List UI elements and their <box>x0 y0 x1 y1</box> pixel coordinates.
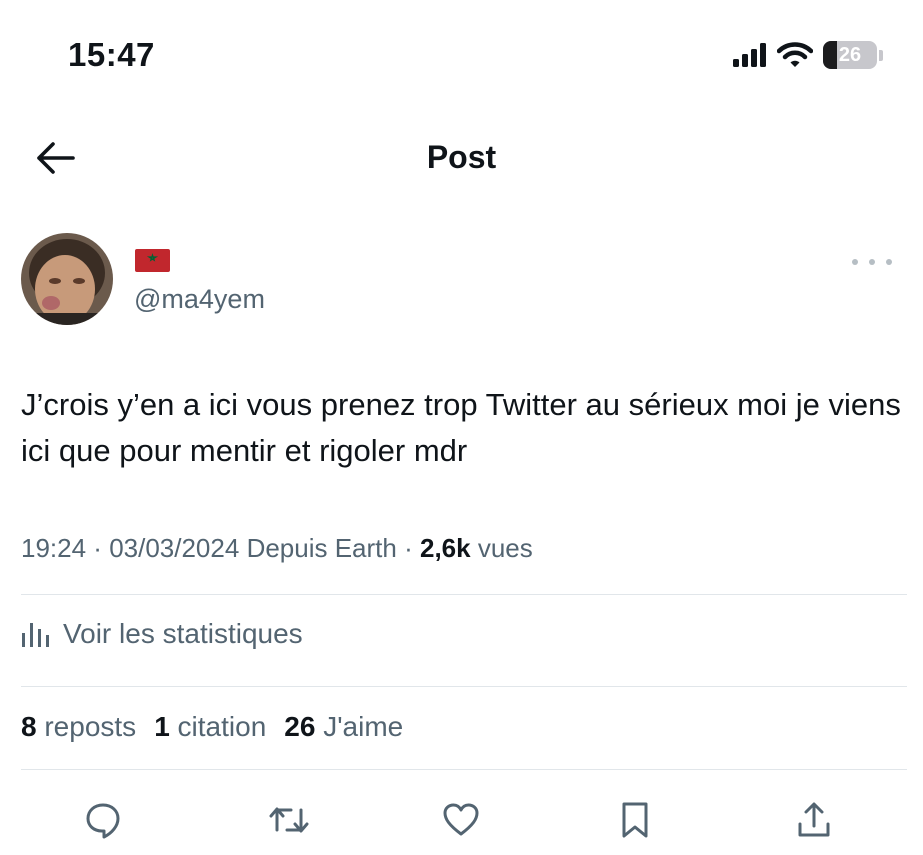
share-icon <box>798 802 830 837</box>
repost-button[interactable] <box>265 796 313 844</box>
views-count: 2,6k <box>419 533 471 563</box>
reply-button[interactable] <box>79 796 127 844</box>
share-button[interactable] <box>790 796 838 844</box>
engagement-counts: 8 reposts 1 citation 26 J'aime <box>21 711 403 743</box>
meta-separator: · <box>86 533 110 563</box>
post-text: J’crois y’en a ici vous prenez trop Twit… <box>21 387 901 468</box>
reposts-count-link[interactable]: 8 reposts <box>21 711 136 743</box>
view-statistics-link[interactable]: Voir les statistiques <box>21 618 303 650</box>
wifi-icon <box>777 42 813 67</box>
likes-label: J'aime <box>323 711 404 742</box>
divider <box>21 769 907 770</box>
more-dot <box>886 259 892 265</box>
status-time: 15:47 <box>68 36 155 73</box>
divider <box>21 686 907 687</box>
bookmark-icon <box>622 802 648 838</box>
repost-icon <box>269 807 309 833</box>
post-date: 03/03/2024 <box>109 533 240 563</box>
more-dot <box>869 259 875 265</box>
like-icon <box>443 803 479 836</box>
morocco-flag-icon <box>135 249 170 272</box>
citations-label: citation <box>177 711 267 742</box>
bookmark-button[interactable] <box>611 796 659 844</box>
views-label: vues <box>477 533 533 563</box>
battery-icon: 26 <box>823 41 877 69</box>
battery-cap <box>879 49 883 61</box>
likes-count: 26 <box>284 711 316 742</box>
more-dot <box>852 259 858 265</box>
post-source: Depuis Earth <box>246 533 397 563</box>
post-meta: 19:24 · 03/03/2024 Depuis Earth · 2,6k v… <box>21 533 533 564</box>
reply-icon <box>86 803 120 839</box>
author-handle[interactable]: @ma4yem <box>134 284 265 315</box>
citations-count-link[interactable]: 1 citation <box>154 711 266 743</box>
divider <box>21 594 907 595</box>
cellular-signal-icon <box>733 43 766 67</box>
citations-count: 1 <box>154 711 170 742</box>
analytics-icon <box>22 623 49 647</box>
post-time: 19:24 <box>21 533 87 563</box>
reposts-count: 8 <box>21 711 37 742</box>
avatar-photo <box>21 233 113 325</box>
page-title: Post <box>426 139 497 175</box>
status-icons: 26 <box>733 38 883 72</box>
meta-separator: · <box>396 533 420 563</box>
battery-level: 26 <box>838 43 862 66</box>
avatar[interactable] <box>21 233 113 325</box>
like-button[interactable] <box>437 796 485 844</box>
view-statistics-label: Voir les statistiques <box>63 618 303 649</box>
more-options-button[interactable] <box>852 252 892 272</box>
action-bar <box>0 796 923 844</box>
reposts-label: reposts <box>44 711 137 742</box>
likes-count-link[interactable]: 26 J'aime <box>284 711 403 743</box>
